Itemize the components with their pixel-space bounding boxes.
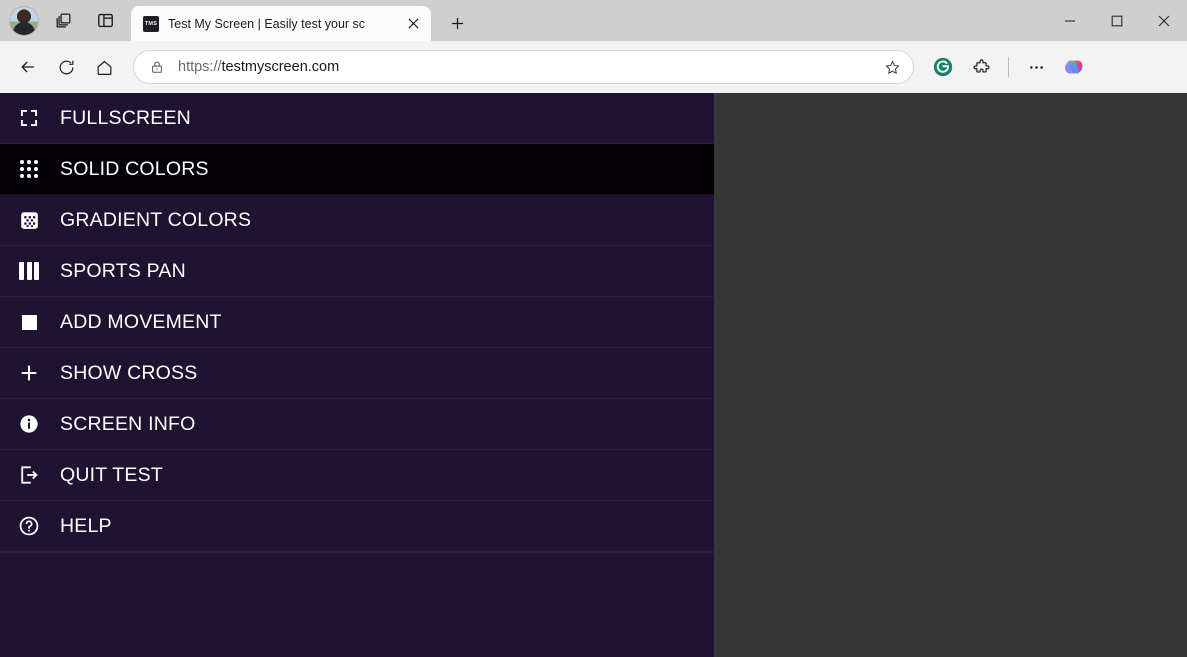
maximize-button[interactable] [1093, 0, 1140, 41]
solid-colors-icon [16, 156, 42, 182]
window-close-button[interactable] [1140, 0, 1187, 41]
menu-item-label: GRADIENT COLORS [60, 208, 252, 231]
screen-info-icon [16, 411, 42, 437]
menu-item-label: SOLID COLORS [60, 157, 209, 180]
refresh-icon[interactable] [48, 49, 84, 85]
avatar[interactable] [9, 5, 39, 36]
split-screen-icon[interactable] [87, 6, 123, 36]
add-movement-icon [16, 309, 42, 335]
menu-item-sports-pan[interactable]: SPORTS PAN [0, 246, 714, 297]
fullscreen-icon [16, 105, 42, 131]
back-arrow-icon[interactable] [10, 49, 46, 85]
menu-item-fullscreen[interactable]: FULLSCREEN [0, 93, 714, 144]
lock-icon [146, 56, 168, 78]
page-viewport: FULLSCREEN SOLID COLORS GRADIENT COLORS … [0, 93, 1187, 657]
menu-item-label: SHOW CROSS [60, 361, 198, 384]
extensions-puzzle-icon[interactable] [963, 49, 999, 85]
tab-strip: TMS Test My Screen | Easily test your sc [0, 0, 1187, 41]
new-tab-button[interactable] [441, 7, 473, 39]
testmyscreen-menu-panel: FULLSCREEN SOLID COLORS GRADIENT COLORS … [0, 93, 714, 657]
menu-item-label: FULLSCREEN [60, 106, 191, 129]
menu-item-gradient-colors[interactable]: GRADIENT COLORS [0, 195, 714, 246]
menu-item-label: HELP [60, 514, 112, 537]
menu-item-label: QUIT TEST [60, 463, 163, 486]
sports-pan-icon [16, 258, 42, 284]
home-icon[interactable] [86, 49, 122, 85]
copilot-icon[interactable] [1056, 49, 1092, 85]
address-bar[interactable]: https://testmyscreen.com [133, 50, 914, 84]
minimize-button[interactable] [1046, 0, 1093, 41]
browser-tab[interactable]: TMS Test My Screen | Easily test your sc [131, 6, 431, 41]
help-icon [16, 513, 42, 539]
menu-item-label: ADD MOVEMENT [60, 310, 222, 333]
menu-item-screen-info[interactable]: SCREEN INFO [0, 399, 714, 450]
tab-title: Test My Screen | Easily test your sc [168, 16, 366, 31]
menu-panel-filler [0, 552, 714, 553]
toolbar-divider [1008, 57, 1009, 77]
menu-item-help[interactable]: HELP [0, 501, 714, 552]
tab-favicon: TMS [143, 15, 159, 32]
url-host: testmyscreen.com [221, 59, 340, 75]
tab-groups-icon[interactable] [45, 6, 81, 36]
gradient-colors-icon [16, 207, 42, 233]
address-bar-text: https://testmyscreen.com [178, 59, 877, 75]
menu-item-add-movement[interactable]: ADD MOVEMENT [0, 297, 714, 348]
toolbar-right [925, 49, 1092, 85]
star-icon[interactable] [877, 52, 907, 82]
tabstrip-left-controls [0, 0, 123, 41]
menu-item-quit-test[interactable]: QUIT TEST [0, 450, 714, 501]
more-options-icon[interactable] [1018, 49, 1054, 85]
window-controls [1046, 0, 1187, 41]
show-cross-icon [16, 360, 42, 386]
menu-item-solid-colors[interactable]: SOLID COLORS [0, 144, 714, 195]
grammarly-icon[interactable] [925, 49, 961, 85]
menu-item-show-cross[interactable]: SHOW CROSS [0, 348, 714, 399]
menu-item-label: SCREEN INFO [60, 412, 196, 435]
menu-item-label: SPORTS PAN [60, 259, 186, 282]
quit-test-icon [16, 462, 42, 488]
browser-window: TMS Test My Screen | Easily test your sc [0, 0, 1187, 657]
navigation-toolbar: https://testmyscreen.com [0, 41, 1187, 93]
close-icon[interactable] [401, 12, 425, 36]
url-scheme: https:// [178, 59, 222, 75]
